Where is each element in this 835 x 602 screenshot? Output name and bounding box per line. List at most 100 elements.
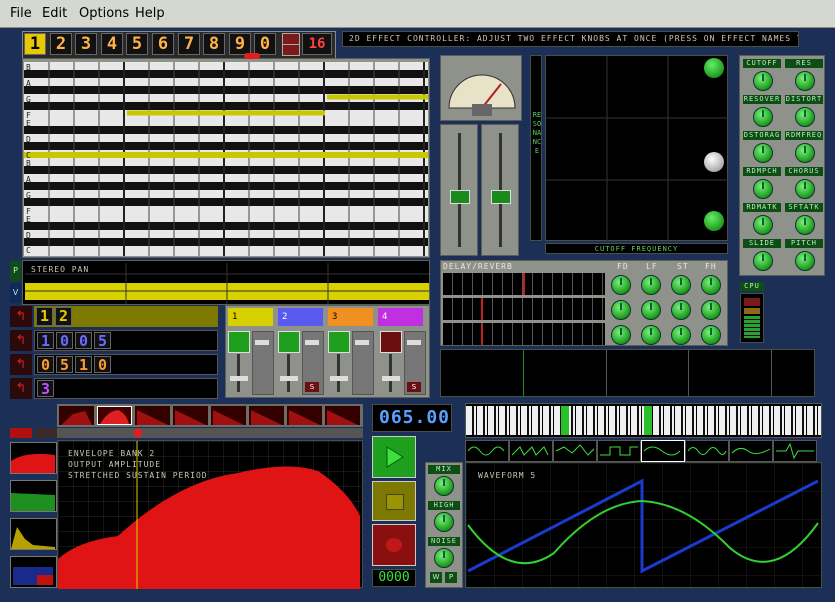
delay-fh-knob[interactable] <box>701 275 721 295</box>
p-button[interactable]: P <box>445 572 457 583</box>
effect-knob-label[interactable]: DSTORAG <box>743 131 781 140</box>
playhead-marker[interactable] <box>244 53 260 59</box>
rdmatk-knob[interactable] <box>753 215 773 235</box>
pattern-button-2[interactable]: 2 <box>50 33 72 55</box>
mix-knob[interactable] <box>434 476 454 496</box>
menu-help[interactable]: Help <box>135 6 165 21</box>
menu-edit[interactable]: Edit <box>42 6 67 21</box>
tempo-display[interactable]: 065.00 <box>372 404 452 432</box>
waveform-5[interactable] <box>641 440 685 462</box>
stereo-pan-panel[interactable]: STEREO PAN <box>22 260 430 305</box>
channel-1-pan-strip[interactable] <box>252 331 274 395</box>
xy-axis-y-label-box[interactable]: RESONANCE <box>530 55 542 241</box>
fader-handle[interactable] <box>491 190 511 204</box>
waveform-display[interactable]: WAVEFORM 5 <box>465 462 822 588</box>
dstorag-knob[interactable] <box>753 143 773 163</box>
delay-lf-knob[interactable] <box>641 275 661 295</box>
master-fader-left[interactable] <box>440 124 478 256</box>
row-arrow-icon[interactable]: ↰ <box>10 306 32 327</box>
sftatk-knob[interactable] <box>795 215 815 235</box>
effect-knob-label[interactable]: RESOVER <box>743 95 781 104</box>
envelope-scroll[interactable] <box>57 428 363 438</box>
menu-file[interactable]: File <box>10 6 32 21</box>
waveform-4[interactable] <box>597 440 641 462</box>
pattern-button-0[interactable]: 0 <box>254 33 276 55</box>
pattern-button-4[interactable]: 4 <box>101 33 123 55</box>
channel-2-fader[interactable] <box>280 376 298 381</box>
pitch-knob[interactable] <box>795 251 815 271</box>
channel-1-fader[interactable] <box>230 376 248 381</box>
xy-handle-green-top[interactable] <box>704 58 724 78</box>
channel-4-tab[interactable]: 4 <box>378 308 423 326</box>
key-active[interactable] <box>644 406 652 435</box>
rdmpch-knob[interactable] <box>753 179 773 199</box>
envelope-preset-4[interactable] <box>10 556 57 588</box>
pattern-count-down-button[interactable] <box>282 44 300 56</box>
pan-toggle-button[interactable]: P <box>10 261 21 281</box>
waveform-2[interactable] <box>509 440 553 462</box>
xy-handle-green-bottom[interactable] <box>704 211 724 231</box>
delay-fd-knob[interactable] <box>611 325 631 345</box>
pattern-button-7[interactable]: 7 <box>178 33 200 55</box>
pattern-button-1[interactable]: 1 <box>24 33 46 55</box>
delay-st-knob[interactable] <box>671 275 691 295</box>
delay-lf-knob[interactable] <box>641 325 661 345</box>
fader-handle[interactable] <box>450 190 470 204</box>
sequence-row-4[interactable]: 3 <box>34 378 218 399</box>
channel-3-mute-button[interactable] <box>328 331 350 353</box>
channel-4-pan-strip[interactable]: S <box>404 331 426 395</box>
sequence-row-3[interactable]: 0 5 1 0 <box>34 354 218 375</box>
xy-handle-white[interactable] <box>704 152 724 172</box>
distort-knob[interactable] <box>795 107 815 127</box>
delay-timeline-3[interactable] <box>443 323 605 345</box>
key-active[interactable] <box>561 406 569 435</box>
channel-2-mute-button[interactable] <box>278 331 300 353</box>
delay-timeline-1[interactable] <box>443 273 605 295</box>
envelope-preset-1[interactable] <box>10 442 57 474</box>
stop-button[interactable] <box>372 481 416 521</box>
delay-st-knob[interactable] <box>671 325 691 345</box>
envelope-editor[interactable]: ENVELOPE BANK 2 OUTPUT AMPLITUDE STRETCH… <box>57 440 364 589</box>
effect-knob-label[interactable]: CHORUS <box>785 167 823 176</box>
row-arrow-icon[interactable]: ↰ <box>10 378 32 399</box>
row-arrow-icon[interactable]: ↰ <box>10 330 32 351</box>
channel-2-pan-strip[interactable]: S <box>302 331 324 395</box>
pattern-button-8[interactable]: 8 <box>203 33 225 55</box>
effect-knob-label[interactable]: RES <box>785 59 823 68</box>
channel-4-fader[interactable] <box>382 376 400 381</box>
rdmfreq-knob[interactable] <box>795 143 815 163</box>
master-fader-right[interactable] <box>481 124 519 256</box>
channel-3-pan-strip[interactable] <box>352 331 374 395</box>
volume-toggle-button[interactable]: V <box>10 283 21 303</box>
delay-fh-knob[interactable] <box>701 325 721 345</box>
effect-knob-label[interactable]: CUTOFF <box>743 59 781 68</box>
effect-knob-label[interactable]: RDMPCH <box>743 167 781 176</box>
channel-3-tab[interactable]: 3 <box>328 308 373 326</box>
pattern-button-3[interactable]: 3 <box>75 33 97 55</box>
effect-knob-label[interactable]: DISTORT <box>785 95 823 104</box>
waveform-7[interactable] <box>729 440 773 462</box>
slide-knob[interactable] <box>753 251 773 271</box>
pattern-button-9[interactable]: 9 <box>229 33 251 55</box>
channel-1-mute-button[interactable] <box>228 331 250 353</box>
sequence-row-1[interactable]: 1 2 <box>34 306 218 327</box>
waveform-3[interactable] <box>553 440 597 462</box>
channel-4-solo-button[interactable]: S <box>407 382 421 392</box>
cutoff-knob[interactable] <box>753 71 773 91</box>
channel-2-tab[interactable]: 2 <box>278 308 323 326</box>
channel-4-mute-button[interactable] <box>380 331 402 353</box>
envelope-preset-2[interactable] <box>10 480 57 512</box>
delay-st-knob[interactable] <box>671 300 691 320</box>
envelope-preset-3[interactable] <box>10 518 57 550</box>
channel-1-tab[interactable]: 1 <box>228 308 273 326</box>
effect-knob-label[interactable]: RDMFREQ <box>785 131 823 140</box>
noise-knob[interactable] <box>434 548 454 568</box>
play-button[interactable] <box>372 436 416 478</box>
row-arrow-icon[interactable]: ↰ <box>10 354 32 375</box>
record-button[interactable] <box>372 524 416 566</box>
w-button[interactable]: W <box>430 572 442 583</box>
res-knob[interactable] <box>795 71 815 91</box>
pattern-button-6[interactable]: 6 <box>152 33 174 55</box>
effect-knob-label[interactable]: PITCH <box>785 239 823 248</box>
delay-timeline-2[interactable] <box>443 298 605 320</box>
